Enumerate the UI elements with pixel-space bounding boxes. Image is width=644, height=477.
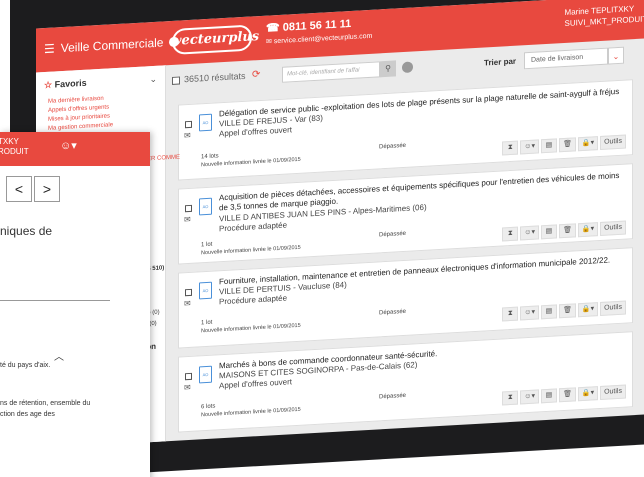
- envelope-icon: ✉: [184, 130, 191, 141]
- envelope-icon: ✉: [184, 214, 191, 225]
- result-title[interactable]: Marchés à bons de commande coordonnateur…: [219, 338, 629, 371]
- result-lots: 6 lots: [201, 403, 216, 411]
- result-lots: 14 lots: [201, 153, 219, 161]
- archive-icon[interactable]: ▤: [540, 224, 557, 240]
- result-note: Nouvelle information livrée le 01/09/201…: [201, 406, 301, 419]
- result-checkbox[interactable]: [185, 204, 192, 213]
- chevron-up-icon[interactable]: ︿: [54, 348, 64, 363]
- result-card[interactable]: ✉ AO Marchés à bons de commande coordonn…: [178, 331, 633, 433]
- archive-icon[interactable]: ▤: [540, 388, 557, 404]
- result-toolbar: ⧗ ☺▾ ▤ 🗑 🔒▾ Outils: [502, 134, 626, 156]
- overlay-text: té du pays d'aix.: [0, 362, 51, 369]
- result-lots: 1 lot: [201, 241, 213, 249]
- hourglass-icon[interactable]: ⧗: [502, 226, 519, 242]
- result-card[interactable]: ✉ AO Fourniture, installation, maintenan…: [178, 247, 633, 349]
- next-button[interactable]: >: [34, 176, 60, 202]
- assign-user-icon[interactable]: ☺▾: [520, 139, 539, 155]
- star-icon: ☆: [44, 79, 53, 91]
- hourglass-icon[interactable]: ⧗: [502, 140, 519, 156]
- assign-user-icon[interactable]: ☺▾: [520, 225, 539, 241]
- hourglass-icon[interactable]: ⧗: [502, 306, 519, 322]
- sort-select[interactable]: Date de livraison: [524, 47, 608, 70]
- overlay-header: TXKY RODUIT ☺▾: [0, 132, 150, 166]
- result-lots: 1 lot: [201, 319, 213, 327]
- overlay-user-line-2: RODUIT: [0, 147, 29, 156]
- lock-icon[interactable]: 🔒▾: [577, 136, 599, 152]
- menu-label: Veille Commerciale: [60, 35, 164, 56]
- main-menu-button[interactable]: ☰ Veille Commerciale: [44, 35, 180, 57]
- contact-info: ☎ 0811 56 11 11 ✉ service.client@vecteur…: [266, 16, 372, 50]
- select-all-checkbox[interactable]: [172, 76, 180, 85]
- user-menu[interactable]: Marine TEPLITXKY SUIVI_MKT_PRODUIT ☺▾: [565, 1, 644, 29]
- tools-menu-button[interactable]: Outils: [600, 220, 626, 237]
- document-icon[interactable]: AO: [199, 113, 212, 132]
- info-icon[interactable]: [402, 61, 413, 74]
- result-toolbar: ⧗ ☺▾ ▤ 🗑 🔒▾ Outils: [502, 384, 626, 406]
- divider: [0, 300, 110, 301]
- document-icon[interactable]: AO: [199, 281, 212, 300]
- previous-button[interactable]: <: [6, 176, 32, 202]
- result-note: Nouvelle information livrée le 01/09/201…: [201, 244, 301, 257]
- archive-icon[interactable]: ▤: [540, 304, 557, 320]
- overlay-user-name[interactable]: TXKY RODUIT: [0, 137, 29, 157]
- document-icon[interactable]: AO: [199, 365, 212, 384]
- screenshot-scene: ☰ Veille Commerciale vecteurplus ☎ 0811 …: [0, 0, 644, 477]
- tools-menu-button[interactable]: Outils: [600, 134, 626, 151]
- favorites-heading[interactable]: ☆ Favoris: [44, 78, 87, 91]
- trash-icon[interactable]: 🗑: [558, 303, 576, 319]
- result-status: Dépassée: [379, 230, 407, 239]
- envelope-icon: ✉: [184, 298, 191, 309]
- result-card[interactable]: ✉ AO Acquisition de pièces détachées, ac…: [178, 163, 633, 265]
- result-toolbar: ⧗ ☺▾ ▤ 🗑 🔒▾ Outils: [502, 300, 626, 322]
- tools-menu-button[interactable]: Outils: [600, 384, 626, 401]
- assign-user-icon[interactable]: ☺▾: [520, 389, 539, 405]
- trash-icon[interactable]: 🗑: [558, 387, 576, 403]
- archive-icon[interactable]: ▤: [540, 138, 557, 154]
- logo[interactable]: vecteurplus: [172, 24, 259, 55]
- favorites-list: Ma dernière livraison Appels d'offres ur…: [48, 94, 113, 134]
- search-icon[interactable]: ⚲: [380, 60, 396, 78]
- results-list: ✉ AO Délégation de service public -explo…: [178, 79, 633, 440]
- overlay-title: niques de: [0, 224, 53, 238]
- result-note: Nouvelle information livrée le 01/09/201…: [201, 322, 301, 335]
- result-title[interactable]: Fourniture, installation, maintenance et…: [219, 254, 629, 287]
- chevron-down-icon[interactable]: ⌄: [608, 46, 624, 65]
- tools-menu-button[interactable]: Outils: [600, 300, 626, 317]
- result-status: Dépassée: [379, 308, 407, 317]
- result-checkbox[interactable]: [185, 288, 192, 297]
- refresh-icon[interactable]: ⟳: [252, 69, 260, 80]
- overlay-user-line-1: TXKY: [0, 137, 19, 146]
- menu-icon: ☰: [44, 41, 55, 57]
- overlay-text: ns de rétention, ensemble du ction des a…: [0, 400, 91, 418]
- result-count: 36510 résultats: [184, 70, 246, 85]
- trash-icon[interactable]: 🗑: [558, 137, 576, 153]
- hourglass-icon[interactable]: ⧗: [502, 390, 519, 406]
- document-icon[interactable]: AO: [199, 197, 212, 216]
- user-icon[interactable]: ☺▾: [60, 141, 77, 152]
- lock-icon[interactable]: 🔒▾: [577, 222, 599, 238]
- assign-user-icon[interactable]: ☺▾: [520, 305, 539, 321]
- result-status: Dépassée: [379, 142, 407, 151]
- trash-icon[interactable]: 🗑: [558, 223, 576, 239]
- pager: < >: [6, 176, 60, 202]
- overlay-panel: TXKY RODUIT ☺▾ < > niques de ︿ té du pay…: [0, 132, 150, 477]
- result-toolbar: ⧗ ☺▾ ▤ 🗑 🔒▾ Outils: [502, 220, 626, 242]
- sort-label: Trier par: [484, 56, 517, 68]
- lock-icon[interactable]: 🔒▾: [577, 386, 599, 402]
- lock-icon[interactable]: 🔒▾: [577, 302, 599, 318]
- result-checkbox[interactable]: [185, 372, 192, 381]
- result-status: Dépassée: [379, 392, 407, 401]
- favorites-label: Favoris: [54, 77, 87, 90]
- envelope-icon: ✉: [184, 382, 191, 393]
- chevron-down-icon[interactable]: ⌄: [149, 74, 157, 85]
- main-content: 36510 résultats ⟳ Mot-clé, identifiant d…: [166, 37, 644, 446]
- result-checkbox[interactable]: [185, 120, 192, 129]
- search-input[interactable]: Mot-clé, identifiant de l'affai: [282, 61, 380, 83]
